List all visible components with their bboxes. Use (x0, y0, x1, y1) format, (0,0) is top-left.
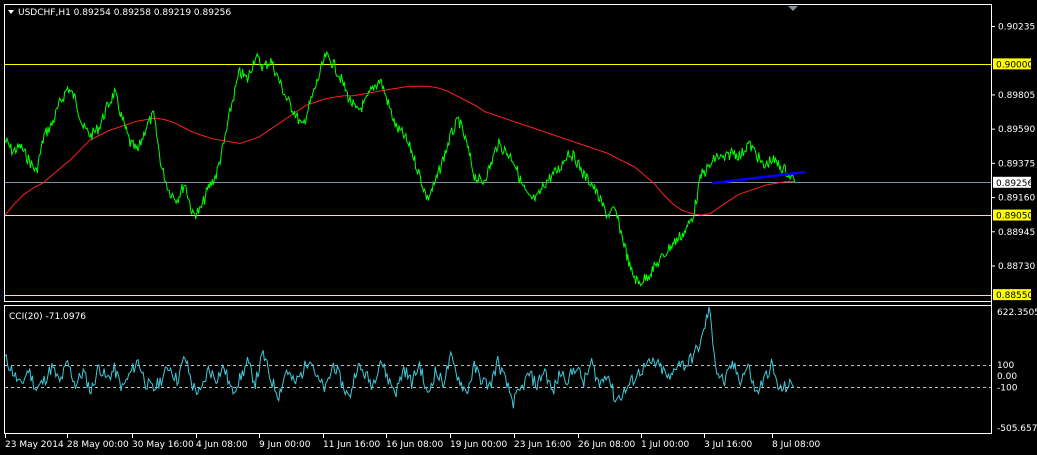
cci-tick-label: -505.6573 (997, 424, 1037, 434)
moving-average-line (4, 85, 795, 216)
time-tick-label: 19 Jun 00:00 (450, 440, 507, 450)
price-tick-label: 0.88945 (998, 228, 1035, 238)
time-tick-label: 8 Jul 08:00 (772, 440, 821, 450)
cci-line (4, 306, 795, 409)
time-tick-label: 16 Jun 08:00 (386, 440, 443, 450)
cci-layer (4, 306, 991, 409)
price-panel-frame (4, 4, 992, 302)
cci-tick-label: 622.3505 (997, 308, 1037, 318)
price-tick-label: 0.89805 (998, 91, 1035, 101)
time-tick-label: 11 Jun 16:00 (323, 440, 380, 450)
time-tick-label: 1 Jul 00:00 (641, 440, 690, 450)
time-tick-label: 23 May 2014 (5, 440, 64, 450)
time-tick-label: 23 Jun 16:00 (514, 440, 571, 450)
cci-tick-label: 0.00 (997, 372, 1017, 382)
price-tick-label: 0.90235 (998, 22, 1035, 32)
trading-chart[interactable]: USDCHF,H1 0.89254 0.89258 0.89219 0.8925… (0, 0, 1037, 455)
time-tick-label: 9 Jun 00:00 (259, 440, 311, 450)
collapse-triangle-icon[interactable] (8, 10, 14, 14)
time-tick-label: 28 May 00:00 (67, 440, 129, 450)
cci-tick-label: 100 (997, 361, 1014, 371)
cci-panel-frame (4, 305, 992, 434)
time-tick-label: 4 Jun 08:00 (196, 440, 248, 450)
time-tick-label: 30 May 16:00 (132, 440, 194, 450)
price-tag-label: 0.89256 (996, 179, 1033, 189)
time-tick-label: 26 Jun 08:00 (578, 440, 635, 450)
price-tick-label: 0.89590 (998, 125, 1035, 135)
price-tick-label: 0.88730 (998, 262, 1035, 272)
price-layer (4, 51, 991, 296)
price-tag-label: 0.90000 (996, 60, 1033, 70)
time-tick-label: 3 Jul 16:00 (704, 440, 753, 450)
cci-tick-label: -100 (997, 383, 1018, 393)
cci-header: CCI(20) -71.0976 (9, 312, 86, 322)
symbol-header: USDCHF,H1 0.89254 0.89258 0.89219 0.8925… (18, 8, 231, 18)
price-tick-label: 0.89375 (998, 159, 1035, 169)
price-line (4, 51, 796, 287)
price-tag-label: 0.89050 (996, 212, 1033, 222)
chart-shift-marker-icon[interactable] (788, 6, 798, 11)
price-tick-label: 0.89160 (998, 194, 1035, 204)
price-tag-label: 0.88550 (996, 291, 1033, 301)
